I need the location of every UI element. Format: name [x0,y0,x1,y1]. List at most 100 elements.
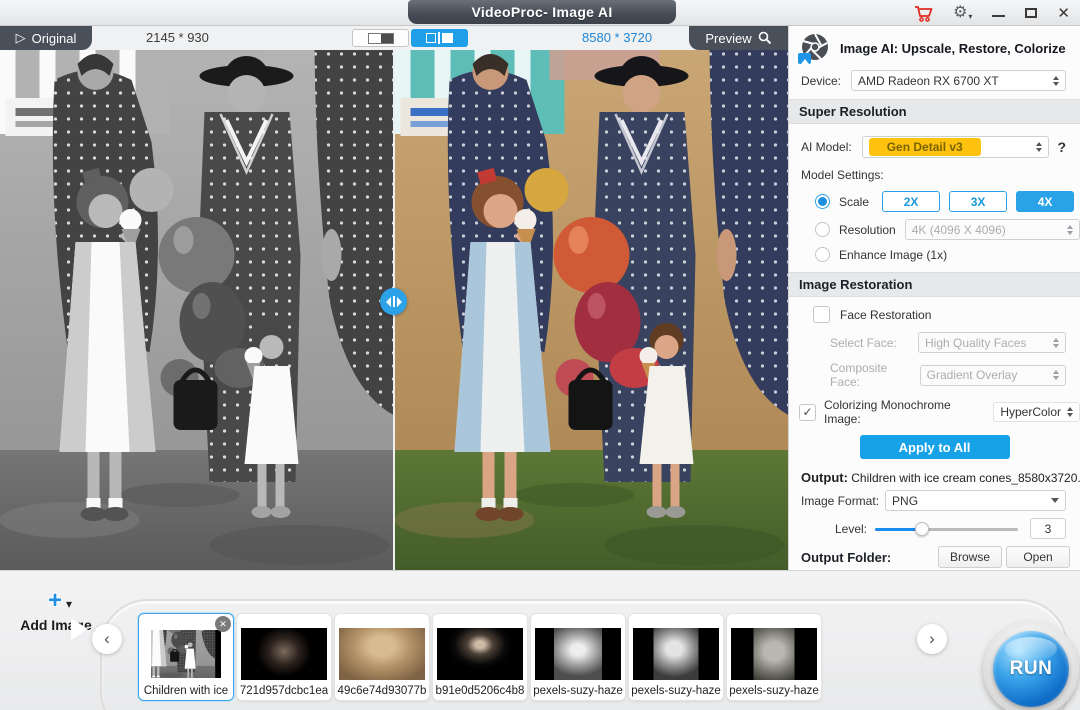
scroll-left-button[interactable]: ‹ [92,624,122,654]
slider-right-arrow-icon [397,297,407,307]
composite-face-value: Gradient Overlay [927,368,1018,382]
resolution-select[interactable]: 4K (4096 X 4096) [905,219,1080,240]
output-label: Output: [801,470,848,485]
help-icon[interactable]: ? [1057,139,1066,155]
media-card-label: Children with ice [141,685,231,697]
output-filename: Children with ice cream cones_8580x3720.… [851,471,1080,485]
thumbnail-image [151,630,221,678]
spinner-icon [1067,404,1073,420]
face-restoration-checkbox[interactable] [813,306,830,323]
level-label: Level: [789,522,875,536]
select-face-select[interactable]: High Quality Faces [918,332,1066,353]
thumbnail-image [535,628,621,680]
thumbnail-image [731,628,817,680]
image-compare-area [0,50,788,570]
compare-slider-handle[interactable] [380,288,407,315]
tab-preview[interactable]: Preview [689,26,788,50]
media-card[interactable]: ✕ Children with ice [138,613,234,701]
media-card-label: pexels-suzy-haze [631,685,721,697]
slider-thumb[interactable] [915,522,929,536]
media-dock: + ▾ Add Image ‹ ✕ Children with ice 721d… [0,570,1080,710]
app-title-text: VideoProc- Image AI [471,4,612,20]
resolution-value: 4K (4096 X 4096) [912,223,1006,237]
face-restoration-label: Face Restoration [840,308,931,322]
thumbnail-image [633,628,719,680]
app-title: VideoProc- Image AI [408,0,676,24]
remove-file-icon[interactable]: ✕ [215,616,231,632]
close-button[interactable]: ✕ [1057,6,1070,21]
tab-original[interactable]: ▷ Original [0,26,92,50]
scroll-right-button[interactable]: › [917,624,947,654]
scale-3x-button[interactable]: 3X [949,191,1007,212]
output-folder-label: Output Folder: [801,550,891,565]
cart-icon[interactable] [914,5,933,22]
plus-icon: + [48,589,62,613]
spinner-icon [1053,73,1059,89]
scale-radio[interactable] [815,194,830,209]
tab-preview-label: Preview [705,31,751,46]
scale-label: Scale [839,195,869,209]
media-card[interactable]: pexels-suzy-haze [628,613,724,701]
scale-4x-button[interactable]: 4X [1016,191,1074,212]
image-format-select[interactable]: PNG [885,490,1066,511]
model-settings-label: Model Settings: [789,162,1080,184]
add-image-caret-icon: ▾ [66,597,72,611]
open-button[interactable]: Open [1006,546,1070,568]
composite-face-select[interactable]: Gradient Overlay [920,365,1066,386]
media-card-label: pexels-suzy-haze [533,685,623,697]
original-dimensions: 2145 * 930 [146,26,209,50]
level-slider[interactable] [875,522,1018,536]
image-ai-logo-icon [799,33,831,63]
resolution-radio[interactable] [815,222,830,237]
result-dimensions: 8580 * 3720 [582,26,652,50]
minimize-button[interactable] [992,15,1005,17]
enhance-radio[interactable] [815,247,830,262]
media-card[interactable]: b91e0d5206c4b8 [432,613,528,701]
preview-image[interactable] [395,50,788,570]
device-label: Device: [801,74,841,88]
slider-left-arrow-icon [381,297,391,307]
add-image-button[interactable]: + ▾ Add Image [18,607,94,633]
gear-caret-icon: ▾ [968,13,972,21]
ai-model-select[interactable]: Gen Detail v3 [862,136,1050,158]
media-card[interactable]: pexels-suzy-haze [726,613,822,701]
original-image[interactable] [0,50,393,570]
media-card[interactable]: 49c6e74d93077b [334,613,430,701]
maximize-button[interactable] [1025,8,1037,18]
chevron-right-icon: › [929,630,935,647]
media-card[interactable]: 721d957dcbc1ea [236,613,332,701]
media-card-label: 721d957dcbc1ea [239,685,329,697]
colorize-label: Colorizing Monochrome Image: [824,398,977,426]
section-image-restoration: Image Restoration [789,272,1080,297]
titlebar: VideoProc- Image AI ⚙▾ ✕ [0,0,1080,26]
spinner-icon [1067,222,1073,238]
ai-model-value-badge: Gen Detail v3 [869,138,981,156]
device-select[interactable]: AMD Radeon RX 6700 XT [851,70,1066,91]
section-super-resolution: Super Resolution [789,99,1080,124]
panel-title: Image AI: Upscale, Restore, Colorize [840,41,1066,56]
colorize-select[interactable]: HyperColor [993,402,1080,422]
single-view-button[interactable] [352,29,409,47]
select-face-label: Select Face: [830,336,897,350]
colorize-checkbox[interactable]: ✓ [799,404,816,421]
dropdown-caret-icon [1051,498,1059,507]
browse-button[interactable]: Browse [938,546,1002,568]
media-card-label: pexels-suzy-haze [729,685,819,697]
spinner-icon [1053,367,1059,383]
scale-2x-button[interactable]: 2X [882,191,940,212]
run-button-bezel: RUN [983,621,1079,710]
split-view-button[interactable] [411,29,468,47]
level-value-box[interactable]: 3 [1030,518,1066,539]
media-card[interactable]: pexels-suzy-haze [530,613,626,701]
preview-column: ▷ Original 2145 * 930 8580 * 3720 Previe… [0,26,788,570]
resolution-label: Resolution [839,223,896,237]
settings-gear-icon[interactable]: ⚙▾ [953,5,972,21]
media-card-label: b91e0d5206c4b8 [435,685,525,697]
run-button[interactable]: RUN [993,631,1069,707]
thumbnail-image [339,628,425,680]
ai-model-label: AI Model: [801,140,852,154]
tab-original-label: Original [32,31,77,46]
spinner-icon [1053,335,1059,351]
gear-glyph: ⚙ [953,5,967,21]
apply-to-all-button[interactable]: Apply to All [860,435,1010,459]
